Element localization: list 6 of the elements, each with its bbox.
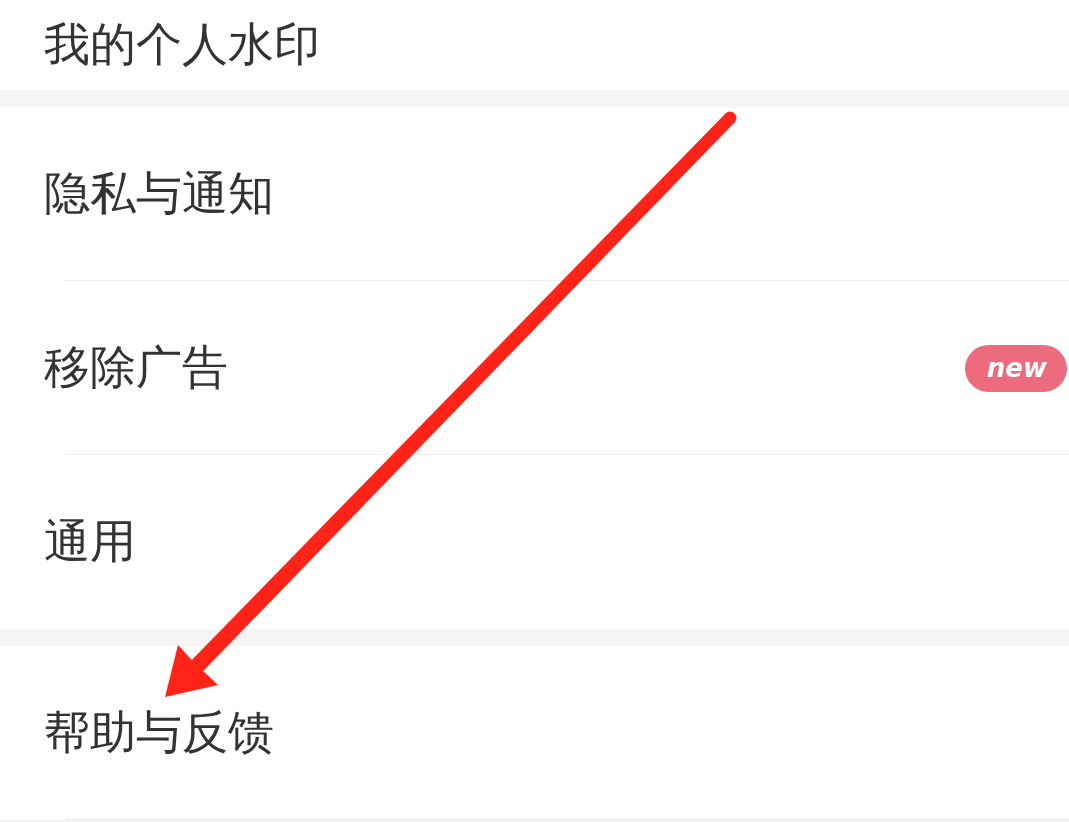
settings-item[interactable]: 帮助与反馈 <box>0 646 1069 820</box>
settings-item[interactable]: 通用 <box>0 455 1069 629</box>
settings-item[interactable]: 隐私与通知 <box>0 107 1069 281</box>
settings-item[interactable]: 我的个人水印 <box>0 0 1069 90</box>
new-badge: new <box>964 344 1067 392</box>
settings-item[interactable]: 移除广告 new <box>0 281 1069 455</box>
